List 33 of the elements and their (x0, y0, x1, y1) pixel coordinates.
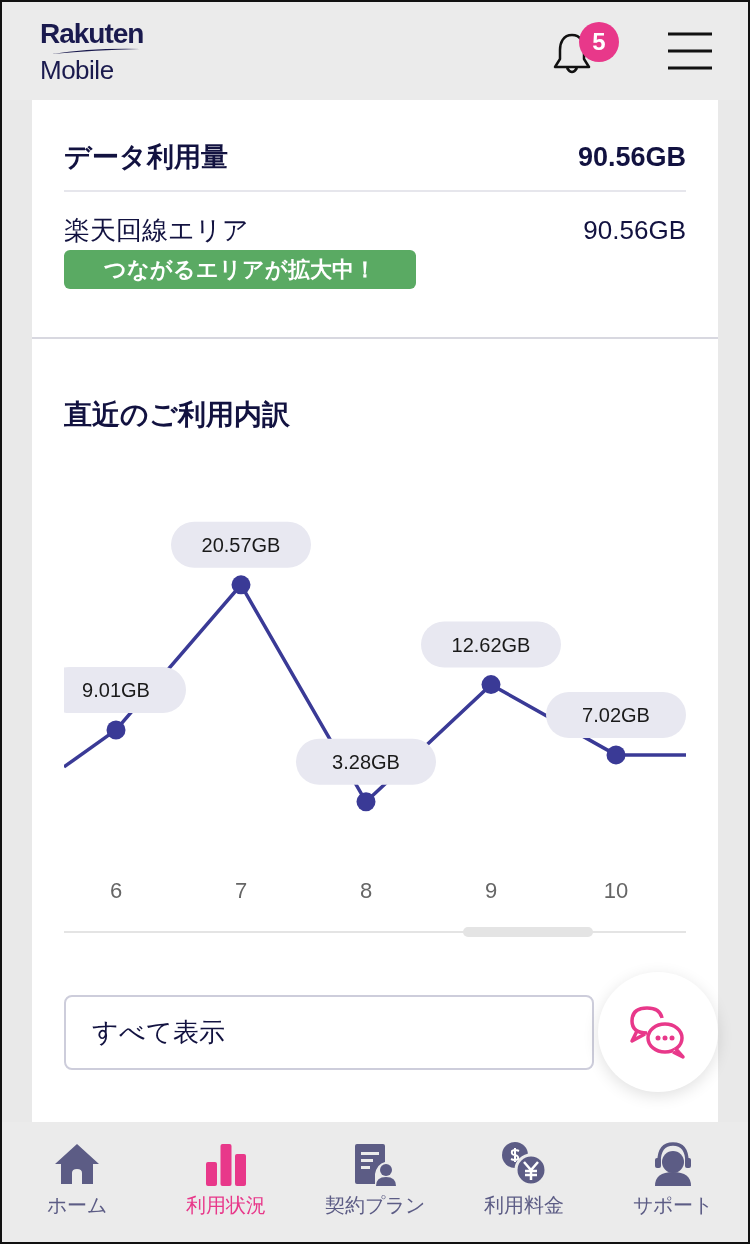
value-label: 3.28GB (332, 750, 400, 773)
nav-tab[interactable]: サポート (598, 1122, 748, 1242)
section-title: 直近のご利用内訳 (64, 398, 291, 432)
data-point (356, 792, 376, 812)
notification-badge: 5 (579, 22, 619, 62)
x-axis-label: 10 (603, 878, 629, 903)
logo-text: Rakuten (40, 19, 144, 48)
nav-tab[interactable]: 利用料金 (449, 1122, 599, 1242)
nav-tab[interactable]: ホーム (2, 1122, 152, 1242)
data-usage-value: 90.56GB (577, 141, 686, 174)
show-all-button[interactable]: すべて表示 (64, 995, 594, 1070)
value-label: 9.01GB (82, 678, 150, 701)
area-label: 楽天回線エリア (64, 214, 249, 247)
bell-icon[interactable] (552, 32, 592, 76)
x-axis-label: 7 (234, 878, 248, 903)
value-label: 7.02GB (582, 703, 650, 726)
area-value: 90.56GB (583, 214, 686, 247)
x-axis-label: 8 (359, 878, 373, 903)
x-axis-label: 6 (109, 878, 123, 903)
data-usage-label: データ利用量 (64, 141, 228, 174)
nav-tab[interactable]: 利用状況 (151, 1122, 301, 1242)
data-point (606, 745, 626, 765)
data-point (231, 575, 251, 595)
value-label: 20.57GB (201, 533, 281, 556)
logo-text: Mobile (40, 56, 115, 83)
scrollbar-thumb[interactable] (463, 927, 593, 937)
area-tag: つながるエリアが拡大中！ (64, 250, 416, 289)
nav-tab[interactable]: 契約プラン (300, 1122, 450, 1242)
value-label: 12.62GB (451, 633, 531, 656)
data-point (106, 720, 126, 740)
data-point (481, 675, 501, 695)
x-axis-label: 9 (484, 878, 498, 903)
menu-icon[interactable] (668, 32, 712, 70)
